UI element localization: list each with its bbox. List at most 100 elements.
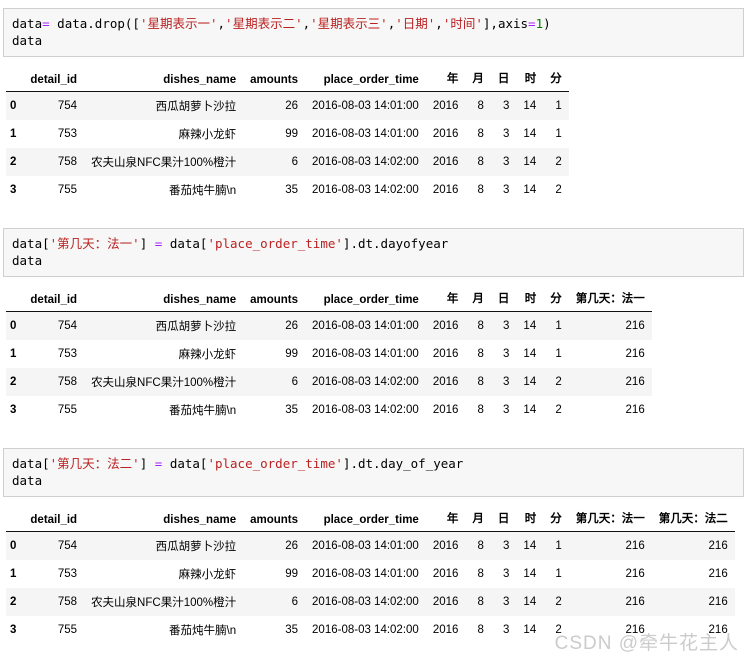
dataframe-table: detail_id dishes_name amounts place_order_t… <box>6 507 735 644</box>
code-token-plain: , <box>217 16 226 31</box>
dataframe-output-1: detail_id dishes_name amounts place_order_t… <box>0 67 747 204</box>
table-cell: 8 <box>465 91 491 120</box>
column-header: 第几天：法一 <box>568 507 652 532</box>
code-token-plain: data[ <box>162 236 208 251</box>
table-cell: 1 <box>543 340 569 368</box>
dataframe-output-2: detail_id dishes_name amounts place_order_t… <box>0 287 747 424</box>
table-cell: 216 <box>568 311 652 340</box>
column-header: 分 <box>543 287 569 312</box>
table-cell: 2016 <box>425 91 466 120</box>
column-header: dishes_name <box>84 507 244 532</box>
table-cell: 3 <box>490 91 517 120</box>
column-header: amounts <box>243 507 306 532</box>
code-token-plain: data <box>12 33 43 48</box>
table-cell: 3 <box>490 120 517 148</box>
code-token-plain: ] <box>139 236 155 251</box>
table-cell: 2 <box>543 148 569 176</box>
code-token-plain: ) <box>543 16 551 31</box>
table-cell: 99 <box>243 120 306 148</box>
column-header: 时 <box>516 67 544 92</box>
code-token-str: '星期表示二' <box>225 16 303 31</box>
code-token-plain: data.drop([ <box>49 16 140 31</box>
row-index-cell: 0 <box>6 531 24 560</box>
table-cell: 14 <box>516 91 544 120</box>
table-row: 1 753 麻辣小龙虾 99 2016-08-03 14:01:00 2016 8 3 14 1 <box>6 120 569 148</box>
notebook-body: data= data.drop(['星期表示一','星期表示二','星期表示三'… <box>0 8 747 644</box>
table-cell: 3 <box>490 148 517 176</box>
table-cell: 西瓜胡萝卜沙拉 <box>84 531 244 560</box>
code-cell-2[interactable]: data['第几天：法一'] = data['place_order_time'… <box>3 228 744 277</box>
table-cell: 2016-08-03 14:01:00 <box>305 311 426 340</box>
table-cell: 8 <box>465 616 491 644</box>
table-cell: 2016-08-03 14:02:00 <box>305 368 426 396</box>
code-line: data <box>12 252 735 269</box>
table-row: 1 753 麻辣小龙虾 99 2016-08-03 14:01:00 2016 8 3 14 1 2… <box>6 560 735 588</box>
row-index-cell: 2 <box>6 588 24 616</box>
code-token-op: = <box>42 16 50 31</box>
table-cell: 1 <box>543 311 569 340</box>
table-cell: 2016 <box>425 560 466 588</box>
column-header: 时 <box>516 507 544 532</box>
table-cell: 755 <box>23 176 85 204</box>
dataframe-table: detail_id dishes_name amounts place_order_t… <box>6 67 569 204</box>
table-cell: 8 <box>465 176 491 204</box>
code-line: data= data.drop(['星期表示一','星期表示二','星期表示三'… <box>12 15 735 32</box>
table-cell: 农夫山泉NFC果汁100%橙汁 <box>84 368 244 396</box>
code-cell-3[interactable]: data['第几天：法二'] = data['place_order_time'… <box>3 448 744 497</box>
table-cell: 2016 <box>425 176 466 204</box>
table-cell: 番茄炖牛腩\n <box>84 616 244 644</box>
code-token-plain: ],axis <box>482 16 529 31</box>
row-index-cell: 1 <box>6 120 24 148</box>
table-cell: 99 <box>243 560 306 588</box>
table-cell: 216 <box>568 340 652 368</box>
code-token-plain: , <box>302 16 311 31</box>
table-cell: 216 <box>568 396 652 424</box>
table-cell: 2016-08-03 14:02:00 <box>305 616 426 644</box>
table-cell: 2016-08-03 14:02:00 <box>305 396 426 424</box>
dataframe-table: detail_id dishes_name amounts place_order_t… <box>6 287 652 424</box>
table-cell: 1 <box>543 91 569 120</box>
table-cell: 753 <box>23 560 85 588</box>
table-cell: 8 <box>465 120 491 148</box>
table-cell: 麻辣小龙虾 <box>84 560 244 588</box>
table-cell: 1 <box>543 560 569 588</box>
column-header: 月 <box>465 67 491 92</box>
code-token-plain: , <box>435 16 443 31</box>
table-cell: 6 <box>243 368 306 396</box>
table-row: 2 758 农夫山泉NFC果汁100%橙汁 6 2016-08-03 14:02:00 2… <box>6 148 569 176</box>
column-header: place_order_time <box>305 67 426 92</box>
table-cell: 35 <box>243 396 306 424</box>
cell-spacer <box>0 428 747 440</box>
column-header: 时 <box>516 287 544 312</box>
column-header: 月 <box>465 287 491 312</box>
table-cell: 8 <box>465 588 491 616</box>
code-token-plain: data[ <box>12 236 50 251</box>
table-row: 3 755 番茄炖牛腩\n 35 2016-08-03 14:02:00 2016 8 3 14… <box>6 176 569 204</box>
table-cell: 26 <box>243 311 306 340</box>
column-header: detail_id <box>23 67 85 92</box>
table-row: 0 754 西瓜胡萝卜沙拉 26 2016-08-03 14:01:00 2016 8 3 14… <box>6 91 569 120</box>
code-token-op: = <box>528 16 536 31</box>
column-header: 年 <box>425 507 466 532</box>
table-cell: 758 <box>23 148 85 176</box>
table-cell: 2016 <box>425 531 466 560</box>
table-cell: 754 <box>23 531 85 560</box>
table-cell: 99 <box>243 340 306 368</box>
table-cell: 35 <box>243 176 306 204</box>
table-cell: 14 <box>516 531 544 560</box>
column-header: 年 <box>425 287 466 312</box>
code-token-plain: ] <box>139 456 155 471</box>
code-token-plain: data <box>12 473 43 488</box>
table-row: 0 754 西瓜胡萝卜沙拉 26 2016-08-03 14:01:00 2016 8 3 14… <box>6 531 735 560</box>
table-cell: 2016 <box>425 340 466 368</box>
table-cell: 2016-08-03 14:02:00 <box>305 176 426 204</box>
table-cell: 14 <box>516 120 544 148</box>
table-row: 2 758 农夫山泉NFC果汁100%橙汁 6 2016-08-03 14:02:00 2… <box>6 588 735 616</box>
table-cell: 1 <box>543 531 569 560</box>
code-line: data <box>12 472 735 489</box>
column-header: place_order_time <box>305 287 426 312</box>
column-header: 日 <box>490 287 517 312</box>
code-cell-1[interactable]: data= data.drop(['星期表示一','星期表示二','星期表示三'… <box>3 8 744 57</box>
code-token-str: '星期表示一' <box>139 16 218 31</box>
row-index-cell: 3 <box>6 176 24 204</box>
